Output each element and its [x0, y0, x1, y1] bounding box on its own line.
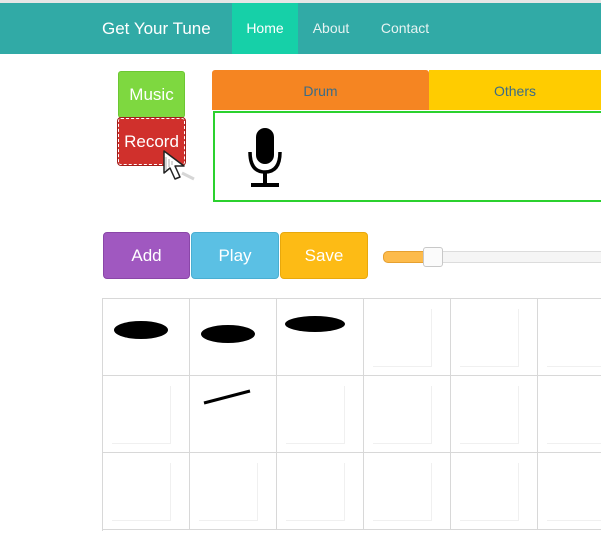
nav-about[interactable]: About — [302, 3, 360, 54]
grid-cell[interactable] — [364, 453, 451, 530]
grid-cell[interactable] — [538, 376, 601, 453]
bass-drum-icon — [285, 316, 345, 332]
grid-cell[interactable] — [277, 376, 364, 453]
sound-grid — [102, 298, 601, 531]
grid-cell[interactable] — [190, 299, 277, 376]
empty-slot — [460, 386, 519, 444]
empty-slot — [112, 463, 171, 521]
volume-slider-handle[interactable] — [423, 247, 443, 267]
play-button[interactable]: Play — [191, 232, 279, 279]
microphone-icon[interactable] — [245, 126, 285, 190]
empty-slot — [373, 463, 432, 521]
snare-drum-icon — [114, 321, 168, 339]
empty-slot — [547, 309, 601, 367]
grid-cell[interactable] — [190, 453, 277, 530]
navbar: Get Your Tune Home About Contact — [0, 3, 601, 54]
grid-cell[interactable] — [451, 299, 538, 376]
grid-cell[interactable] — [190, 376, 277, 453]
mouse-cursor-icon — [163, 150, 195, 181]
brand-title[interactable]: Get Your Tune — [102, 3, 211, 54]
save-button[interactable]: Save — [280, 232, 368, 279]
empty-slot — [547, 463, 601, 521]
grid-cell[interactable] — [451, 376, 538, 453]
empty-slot — [373, 386, 432, 444]
empty-slot — [460, 463, 519, 521]
tab-others[interactable]: Others — [429, 70, 601, 110]
grid-cell[interactable] — [103, 453, 190, 530]
grid-cell[interactable] — [538, 299, 601, 376]
nav-home[interactable]: Home — [232, 3, 298, 54]
grid-cell[interactable] — [103, 376, 190, 453]
grid-cell[interactable] — [538, 453, 601, 530]
drum-kit-icon — [203, 389, 251, 405]
instrument-tabs: Drum Others — [212, 70, 601, 110]
grid-cell[interactable] — [364, 376, 451, 453]
snare-drum-sticks-icon — [201, 325, 255, 343]
empty-slot — [460, 309, 519, 367]
tab-drum[interactable]: Drum — [212, 70, 429, 110]
empty-slot — [286, 386, 345, 444]
grid-cell[interactable] — [277, 299, 364, 376]
empty-slot — [112, 386, 171, 444]
empty-slot — [373, 309, 432, 367]
grid-cell[interactable] — [103, 299, 190, 376]
empty-slot — [286, 463, 345, 521]
add-button[interactable]: Add — [103, 232, 190, 279]
music-button[interactable]: Music — [118, 71, 185, 118]
empty-slot — [547, 386, 601, 444]
grid-cell[interactable] — [364, 299, 451, 376]
grid-cell[interactable] — [451, 453, 538, 530]
nav-contact[interactable]: Contact — [370, 3, 440, 54]
empty-slot — [199, 463, 258, 521]
grid-cell[interactable] — [277, 453, 364, 530]
